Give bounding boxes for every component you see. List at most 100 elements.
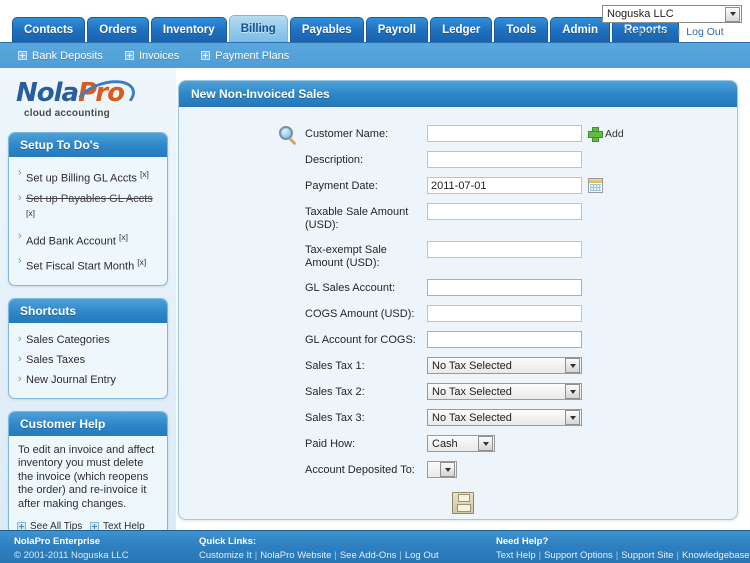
tab-ledger[interactable]: Ledger <box>430 17 493 42</box>
setup-todo-title: Setup To Do's <box>9 133 167 157</box>
logout-link[interactable]: Log Out <box>686 26 723 38</box>
chevron-down-icon[interactable] <box>565 384 580 399</box>
form-row: Description: <box>179 151 737 168</box>
footer-link-see-add-ons[interactable]: See Add-Ons <box>340 550 397 561</box>
tab-payables[interactable]: Payables <box>289 17 364 42</box>
todo-dismiss-marker[interactable]: [x] <box>119 232 128 242</box>
field-label: Paid How: <box>305 438 356 450</box>
footer-quicklinks-column: Quick Links: Customize It | NolaPro Websit… <box>199 536 439 561</box>
payment-date-input[interactable] <box>427 177 582 194</box>
todo-item[interactable]: Set Fiscal Start Month [x] <box>17 252 159 277</box>
shortcut-item[interactable]: Sales Categories <box>17 330 159 350</box>
field-control <box>427 305 582 322</box>
cogs-amount-usd-input[interactable] <box>427 305 582 322</box>
save-button-label: Save <box>189 518 737 519</box>
sales-tax-3-select[interactable]: No Tax Selected <box>427 409 582 426</box>
field-control <box>427 331 582 348</box>
tab-contacts[interactable]: Contacts <box>12 17 86 42</box>
footer-link-knowledgebase[interactable]: Knowledgebase <box>682 550 750 561</box>
form-row-icon-spacer <box>279 151 305 152</box>
customer-help-text: To edit an invoice and affect inventory … <box>18 443 155 510</box>
tab-payroll[interactable]: Payroll <box>365 17 429 42</box>
subnav-item-payment-plans[interactable]: Payment Plans <box>201 50 289 62</box>
footer-help-list: Text Help | Support Options | Support Site | K… <box>496 550 750 561</box>
form-row-icon-spacer <box>279 203 305 204</box>
subnav-item-label: Invoices <box>138 49 180 62</box>
gl-account-for-cogs-input[interactable] <box>427 331 582 348</box>
tax-exempt-sale-amount-usd-input[interactable] <box>427 241 582 258</box>
field-control: Cash <box>427 435 495 452</box>
shortcut-item[interactable]: Sales Taxes <box>17 350 159 370</box>
page-title: New Non-Invoiced Sales <box>179 81 737 107</box>
footer-brand-title: NolaPro Enterprise <box>14 536 101 547</box>
footer-quicklinks-list: Customize It | NolaPro Website | See Add-Ons… <box>199 550 439 561</box>
link-separator: | <box>676 550 679 561</box>
todo-item[interactable]: Add Bank Account [x] <box>17 227 159 252</box>
footer-link-text-help[interactable]: Text Help <box>496 550 536 561</box>
account-deposited-to-select[interactable] <box>427 461 457 478</box>
customer-name-input[interactable] <box>427 125 582 142</box>
subnav-item-bank-deposits[interactable]: Bank Deposits <box>18 50 103 62</box>
add-button-label: Add <box>605 127 624 140</box>
footer-link-customize-it[interactable]: Customize It <box>199 550 252 561</box>
shortcuts-title: Shortcuts <box>9 298 167 323</box>
todo-dismiss-marker[interactable]: [x] <box>137 257 146 267</box>
form-row: GL Account for COGS: <box>179 331 737 348</box>
form-row-icon-spacer <box>279 357 305 358</box>
field-control <box>427 177 603 194</box>
tab-tools[interactable]: Tools <box>494 17 549 42</box>
setup-todo-panel: Setup To Do's Set up Billing GL Accts [x… <box>8 132 168 286</box>
tab-inventory[interactable]: Inventory <box>150 17 227 42</box>
field-label: Taxable Sale Amount (USD): <box>305 206 409 231</box>
customer-help-title: Customer Help <box>9 411 167 436</box>
save-button[interactable]: Save <box>179 492 737 519</box>
shortcut-item[interactable]: New Journal Entry <box>17 370 159 390</box>
dashboard-link[interactable]: Dashboard <box>620 26 671 38</box>
sales-tax-1-value: No Tax Selected <box>432 359 512 372</box>
todo-dismiss-marker[interactable]: [x] <box>140 169 149 179</box>
form-row: Account Deposited To: <box>179 461 737 478</box>
sales-tax-1-select[interactable]: No Tax Selected <box>427 357 582 374</box>
company-select[interactable]: Noguska LLC <box>602 5 742 23</box>
link-separator: | <box>615 550 619 561</box>
taxable-sale-amount-usd-input[interactable] <box>427 203 582 220</box>
form-row: Tax-exempt Sale Amount (USD): <box>179 241 737 270</box>
calendar-icon[interactable] <box>588 178 603 193</box>
form-row: Payment Date: <box>179 177 737 194</box>
chevron-down-icon[interactable] <box>478 436 493 451</box>
form-row-icon-spacer <box>279 177 305 178</box>
paid-how-select[interactable]: Cash <box>427 435 495 452</box>
footer-brand-column: NolaPro Enterprise © 2001-2011 Noguska L… <box>14 536 129 561</box>
logo-tagline: cloud accounting <box>24 108 110 119</box>
chevron-down-icon[interactable] <box>440 462 455 477</box>
footer-copyright: © 2001-2011 Noguska LLC <box>14 550 129 561</box>
tab-orders[interactable]: Orders <box>87 17 149 42</box>
footer-link-log-out[interactable]: Log Out <box>405 550 439 561</box>
form-row: Paid How: Cash <box>179 435 737 452</box>
tab-billing[interactable]: Billing <box>228 15 288 42</box>
todo-item[interactable]: Set up Billing GL Accts [x] <box>17 164 159 189</box>
chevron-down-icon[interactable] <box>565 410 580 425</box>
form-row: Sales Tax 2: No Tax Selected <box>179 383 737 400</box>
form-row-icon-spacer <box>279 241 305 242</box>
expand-box-icon <box>18 51 27 60</box>
setup-todo-list: Set up Billing GL Accts [x]Set up Payabl… <box>9 157 167 285</box>
footer-link-support-options[interactable]: Support Options <box>544 550 613 561</box>
field-control: No Tax Selected <box>427 383 582 400</box>
footer-link-nolapro-website[interactable]: NolaPro Website <box>260 550 331 561</box>
todo-dismiss-marker[interactable]: [x] <box>26 208 35 218</box>
link-separator: | <box>254 550 258 561</box>
chevron-down-icon[interactable] <box>725 6 740 22</box>
sales-tax-2-select[interactable]: No Tax Selected <box>427 383 582 400</box>
company-selector-area: Noguska LLC Dashboard | Log Out <box>602 5 742 38</box>
description-input[interactable] <box>427 151 582 168</box>
todo-item[interactable]: Set up Payables GL Accts [x] <box>17 189 159 228</box>
add-customer-button[interactable]: Add <box>588 125 624 142</box>
chevron-down-icon[interactable] <box>565 358 580 373</box>
paid-how-value: Cash <box>432 437 458 450</box>
gl-sales-account-input[interactable] <box>427 279 582 296</box>
field-label: COGS Amount (USD): <box>305 308 415 320</box>
form-row-icon-spacer <box>279 331 305 332</box>
footer-link-support-site[interactable]: Support Site <box>621 550 673 561</box>
subnav-item-invoices[interactable]: Invoices <box>124 49 180 62</box>
